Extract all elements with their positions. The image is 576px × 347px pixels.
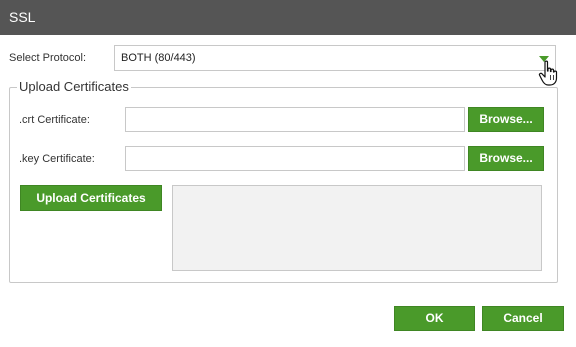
crt-certificate-label: .crt Certificate: <box>19 114 90 126</box>
upload-certificates-button[interactable]: Upload Certificates <box>20 185 162 211</box>
cancel-button[interactable]: Cancel <box>482 306 564 331</box>
protocol-selected-value: BOTH (80/443) <box>121 52 196 64</box>
upload-certificates-legend: Upload Certificates <box>19 79 129 94</box>
key-browse-button[interactable]: Browse... <box>468 146 544 171</box>
crt-certificate-input[interactable] <box>125 107 465 132</box>
dialog-title: SSL <box>0 0 576 35</box>
protocol-label: Select Protocol: <box>9 52 87 64</box>
key-certificate-input[interactable] <box>125 146 465 171</box>
crt-browse-button[interactable]: Browse... <box>468 107 544 132</box>
ok-button[interactable]: OK <box>394 306 475 331</box>
ssl-dialog: SSL Select Protocol: BOTH (80/443) Uploa… <box>0 0 576 347</box>
upload-status-box <box>172 185 542 271</box>
key-certificate-label: .key Certificate: <box>19 153 95 165</box>
protocol-select[interactable]: BOTH (80/443) <box>114 45 556 71</box>
